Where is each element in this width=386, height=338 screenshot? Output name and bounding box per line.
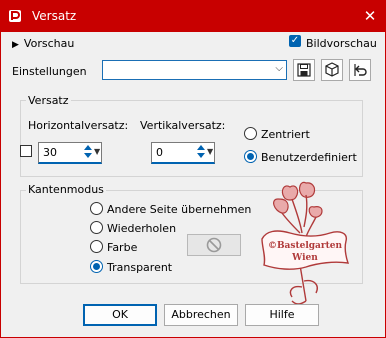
- versatz-group-title: Versatz: [26, 94, 71, 107]
- vertical-spin[interactable]: 0 ▼: [151, 142, 215, 164]
- andere-seite-label[interactable]: Andere Seite übernehmen: [107, 203, 251, 216]
- horizontal-stepper-icon[interactable]: [83, 143, 93, 161]
- transparent-label[interactable]: Transparent: [107, 261, 172, 274]
- bildvorschau-checkbox[interactable]: ✓: [289, 35, 301, 47]
- no-color-icon: [206, 237, 222, 253]
- undo-icon: [354, 64, 367, 76]
- vertical-dropdown-icon[interactable]: ▼: [207, 147, 213, 156]
- wiederholen-label[interactable]: Wiederholen: [107, 222, 176, 235]
- horizontal-spin[interactable]: 30 ▼: [38, 142, 102, 164]
- vertical-stepper-icon[interactable]: [196, 143, 206, 161]
- expand-arrow-icon: ▶: [12, 40, 19, 50]
- help-button[interactable]: Hilfe: [245, 304, 319, 326]
- vertical-label: Vertikalversatz:: [140, 119, 226, 132]
- preview-toggle[interactable]: ▶ Vorschau: [12, 37, 74, 50]
- benutzerdefiniert-label[interactable]: Benutzerdefiniert: [261, 151, 357, 164]
- andere-seite-radio[interactable]: [90, 202, 103, 215]
- save-preset-button[interactable]: [293, 59, 315, 81]
- reset-button[interactable]: [321, 59, 343, 81]
- window-title: Versatz: [32, 9, 77, 23]
- transparent-radio[interactable]: [90, 260, 103, 273]
- watermark-line2: Wien: [291, 253, 318, 263]
- horizontal-dropdown-icon[interactable]: ▼: [94, 147, 100, 156]
- zentriert-label[interactable]: Zentriert: [261, 128, 310, 141]
- preview-label: Vorschau: [23, 37, 75, 50]
- chevron-down-icon[interactable]: ⌵: [275, 63, 283, 74]
- benutzerdefiniert-radio[interactable]: [244, 150, 257, 163]
- horizontal-value[interactable]: 30: [43, 146, 57, 159]
- ok-button[interactable]: OK: [83, 304, 157, 326]
- watermark-line1: ©Bastelgarten: [268, 241, 343, 251]
- cube-icon: [325, 62, 339, 77]
- horizontal-label: Horizontalversatz:: [28, 119, 129, 132]
- restore-button[interactable]: [349, 59, 371, 81]
- kantenmodus-group-title: Kantenmodus: [26, 183, 106, 196]
- einstellungen-combobox[interactable]: ⌵: [102, 60, 287, 80]
- link-offsets-checkbox[interactable]: [20, 145, 32, 157]
- einstellungen-label: Einstellungen: [12, 65, 87, 78]
- title-bar: Versatz ✕: [0, 0, 386, 32]
- color-swatch: [187, 234, 241, 256]
- farbe-radio[interactable]: [90, 240, 103, 253]
- versatz-group: [20, 100, 363, 177]
- app-icon: [9, 10, 21, 22]
- farbe-label[interactable]: Farbe: [107, 241, 137, 254]
- zentriert-radio[interactable]: [244, 127, 257, 140]
- close-icon[interactable]: ✕: [360, 6, 380, 26]
- vertical-value[interactable]: 0: [156, 146, 163, 159]
- wiederholen-radio[interactable]: [90, 221, 103, 234]
- bildvorschau-label[interactable]: Bildvorschau: [306, 37, 377, 50]
- save-icon: [297, 63, 311, 77]
- watermark-logo: ©Bastelgarten Wien: [261, 181, 350, 305]
- cancel-button[interactable]: Abbrechen: [164, 304, 238, 326]
